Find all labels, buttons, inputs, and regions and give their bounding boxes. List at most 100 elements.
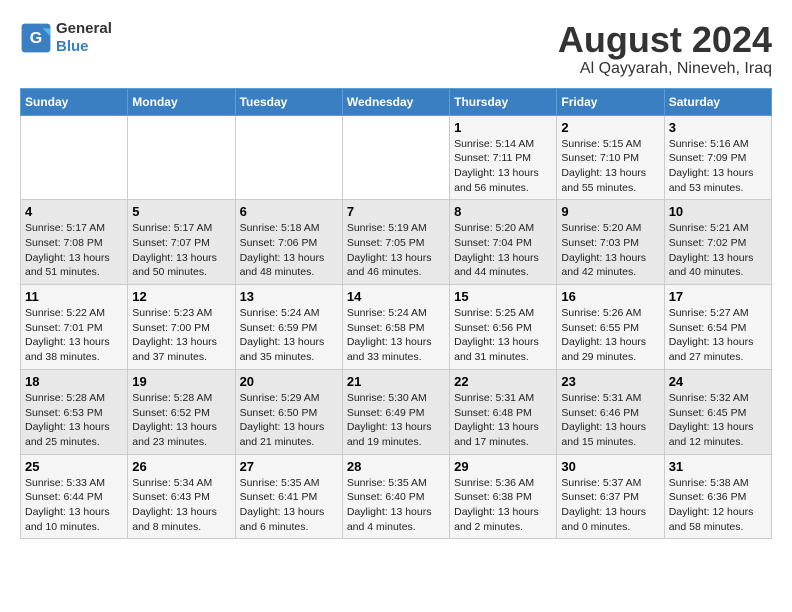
calendar-cell: [128, 115, 235, 200]
day-number: 14: [347, 289, 445, 304]
day-info: Sunrise: 5:24 AM Sunset: 6:59 PM Dayligh…: [240, 306, 338, 365]
day-number: 21: [347, 374, 445, 389]
header-monday: Monday: [128, 88, 235, 115]
day-info: Sunrise: 5:32 AM Sunset: 6:45 PM Dayligh…: [669, 391, 767, 450]
title-block: August 2024 Al Qayyarah, Nineveh, Iraq: [558, 20, 772, 78]
calendar-week-4: 18 Sunrise: 5:28 AM Sunset: 6:53 PM Dayli…: [21, 369, 772, 454]
day-number: 31: [669, 459, 767, 474]
calendar-cell: 6 Sunrise: 5:18 AM Sunset: 7:06 PM Daylig…: [235, 200, 342, 285]
header-friday: Friday: [557, 88, 664, 115]
calendar-week-2: 4 Sunrise: 5:17 AM Sunset: 7:08 PM Daylig…: [21, 200, 772, 285]
main-title: August 2024: [558, 20, 772, 60]
day-info: Sunrise: 5:20 AM Sunset: 7:04 PM Dayligh…: [454, 221, 552, 280]
calendar-cell: 16Sunrise: 5:26 AM Sunset: 6:55 PM Dayli…: [557, 285, 664, 370]
calendar-cell: 14 Sunrise: 5:24 AM Sunset: 6:58 PM Dayli…: [342, 285, 449, 370]
day-info: Sunrise: 5:36 AM Sunset: 6:38 PM Dayligh…: [454, 476, 552, 535]
day-number: 26: [132, 459, 230, 474]
day-number: 28: [347, 459, 445, 474]
calendar-cell: 2Sunrise: 5:15 AM Sunset: 7:10 PM Daylig…: [557, 115, 664, 200]
calendar-cell: 4 Sunrise: 5:17 AM Sunset: 7:08 PM Daylig…: [21, 200, 128, 285]
day-number: 29: [454, 459, 552, 474]
day-info: Sunrise: 5:35 AM Sunset: 6:41 PM Dayligh…: [240, 476, 338, 535]
day-info: Sunrise: 5:24 AM Sunset: 6:58 PM Dayligh…: [347, 306, 445, 365]
day-number: 7: [347, 204, 445, 219]
page-header: G General Blue August 2024 Al Qayyarah, …: [20, 20, 772, 78]
day-info: Sunrise: 5:27 AM Sunset: 6:54 PM Dayligh…: [669, 306, 767, 365]
calendar-cell: [21, 115, 128, 200]
day-number: 13: [240, 289, 338, 304]
calendar-cell: 19Sunrise: 5:28 AM Sunset: 6:52 PM Dayli…: [128, 369, 235, 454]
calendar-cell: 11Sunrise: 5:22 AM Sunset: 7:01 PM Dayli…: [21, 285, 128, 370]
calendar-cell: 25 Sunrise: 5:33 AM Sunset: 6:44 PM Dayli…: [21, 454, 128, 539]
header-sunday: Sunday: [21, 88, 128, 115]
calendar-cell: 3Sunrise: 5:16 AM Sunset: 7:09 PM Daylig…: [664, 115, 771, 200]
header-tuesday: Tuesday: [235, 88, 342, 115]
day-number: 16: [561, 289, 659, 304]
day-info: Sunrise: 5:28 AM Sunset: 6:52 PM Dayligh…: [132, 391, 230, 450]
calendar-cell: 5 Sunrise: 5:17 AM Sunset: 7:07 PM Daylig…: [128, 200, 235, 285]
day-number: 4: [25, 204, 123, 219]
calendar-cell: 22 Sunrise: 5:31 AM Sunset: 6:48 PM Dayli…: [450, 369, 557, 454]
calendar-week-5: 25 Sunrise: 5:33 AM Sunset: 6:44 PM Dayli…: [21, 454, 772, 539]
calendar-cell: 1 Sunrise: 5:14 AM Sunset: 7:11 PM Daylig…: [450, 115, 557, 200]
calendar-cell: 26Sunrise: 5:34 AM Sunset: 6:43 PM Dayli…: [128, 454, 235, 539]
day-number: 17: [669, 289, 767, 304]
day-info: Sunrise: 5:33 AM Sunset: 6:44 PM Dayligh…: [25, 476, 123, 535]
calendar-cell: 20 Sunrise: 5:29 AM Sunset: 6:50 PM Dayli…: [235, 369, 342, 454]
day-info: Sunrise: 5:14 AM Sunset: 7:11 PM Dayligh…: [454, 137, 552, 196]
day-number: 20: [240, 374, 338, 389]
day-number: 27: [240, 459, 338, 474]
calendar-cell: 18 Sunrise: 5:28 AM Sunset: 6:53 PM Dayli…: [21, 369, 128, 454]
day-info: Sunrise: 5:17 AM Sunset: 7:08 PM Dayligh…: [25, 221, 123, 280]
calendar-cell: 12 Sunrise: 5:23 AM Sunset: 7:00 PM Dayli…: [128, 285, 235, 370]
calendar-body: 1 Sunrise: 5:14 AM Sunset: 7:11 PM Daylig…: [21, 115, 772, 539]
calendar-week-3: 11Sunrise: 5:22 AM Sunset: 7:01 PM Dayli…: [21, 285, 772, 370]
calendar-cell: 24 Sunrise: 5:32 AM Sunset: 6:45 PM Dayli…: [664, 369, 771, 454]
day-number: 2: [561, 120, 659, 135]
calendar-header: Sunday Monday Tuesday Wednesday Thursday…: [21, 88, 772, 115]
day-info: Sunrise: 5:31 AM Sunset: 6:46 PM Dayligh…: [561, 391, 659, 450]
calendar-cell: 23 Sunrise: 5:31 AM Sunset: 6:46 PM Dayli…: [557, 369, 664, 454]
day-number: 25: [25, 459, 123, 474]
day-number: 15: [454, 289, 552, 304]
logo-text: General Blue: [56, 20, 112, 56]
calendar-cell: 21 Sunrise: 5:30 AM Sunset: 6:49 PM Dayli…: [342, 369, 449, 454]
day-number: 12: [132, 289, 230, 304]
calendar-cell: 30Sunrise: 5:37 AM Sunset: 6:37 PM Dayli…: [557, 454, 664, 539]
day-number: 6: [240, 204, 338, 219]
calendar-cell: 15 Sunrise: 5:25 AM Sunset: 6:56 PM Dayli…: [450, 285, 557, 370]
logo: G General Blue: [20, 20, 112, 56]
calendar-cell: 8 Sunrise: 5:20 AM Sunset: 7:04 PM Daylig…: [450, 200, 557, 285]
day-number: 9: [561, 204, 659, 219]
calendar-cell: 17 Sunrise: 5:27 AM Sunset: 6:54 PM Dayli…: [664, 285, 771, 370]
day-info: Sunrise: 5:30 AM Sunset: 6:49 PM Dayligh…: [347, 391, 445, 450]
day-number: 22: [454, 374, 552, 389]
day-number: 3: [669, 120, 767, 135]
day-info: Sunrise: 5:37 AM Sunset: 6:37 PM Dayligh…: [561, 476, 659, 535]
day-info: Sunrise: 5:23 AM Sunset: 7:00 PM Dayligh…: [132, 306, 230, 365]
logo-general: General: [56, 20, 112, 37]
day-number: 10: [669, 204, 767, 219]
calendar-cell: [235, 115, 342, 200]
day-info: Sunrise: 5:21 AM Sunset: 7:02 PM Dayligh…: [669, 221, 767, 280]
day-info: Sunrise: 5:28 AM Sunset: 6:53 PM Dayligh…: [25, 391, 123, 450]
calendar-cell: 27 Sunrise: 5:35 AM Sunset: 6:41 PM Dayli…: [235, 454, 342, 539]
day-info: Sunrise: 5:31 AM Sunset: 6:48 PM Dayligh…: [454, 391, 552, 450]
day-number: 24: [669, 374, 767, 389]
day-info: Sunrise: 5:18 AM Sunset: 7:06 PM Dayligh…: [240, 221, 338, 280]
day-number: 18: [25, 374, 123, 389]
day-number: 1: [454, 120, 552, 135]
day-number: 8: [454, 204, 552, 219]
day-info: Sunrise: 5:17 AM Sunset: 7:07 PM Dayligh…: [132, 221, 230, 280]
day-info: Sunrise: 5:25 AM Sunset: 6:56 PM Dayligh…: [454, 306, 552, 365]
day-number: 5: [132, 204, 230, 219]
calendar-cell: 7Sunrise: 5:19 AM Sunset: 7:05 PM Daylig…: [342, 200, 449, 285]
day-info: Sunrise: 5:35 AM Sunset: 6:40 PM Dayligh…: [347, 476, 445, 535]
day-info: Sunrise: 5:29 AM Sunset: 6:50 PM Dayligh…: [240, 391, 338, 450]
day-number: 23: [561, 374, 659, 389]
logo-icon: G: [20, 22, 52, 54]
header-wednesday: Wednesday: [342, 88, 449, 115]
calendar-cell: 9 Sunrise: 5:20 AM Sunset: 7:03 PM Daylig…: [557, 200, 664, 285]
day-info: Sunrise: 5:20 AM Sunset: 7:03 PM Dayligh…: [561, 221, 659, 280]
calendar-cell: 13 Sunrise: 5:24 AM Sunset: 6:59 PM Dayli…: [235, 285, 342, 370]
